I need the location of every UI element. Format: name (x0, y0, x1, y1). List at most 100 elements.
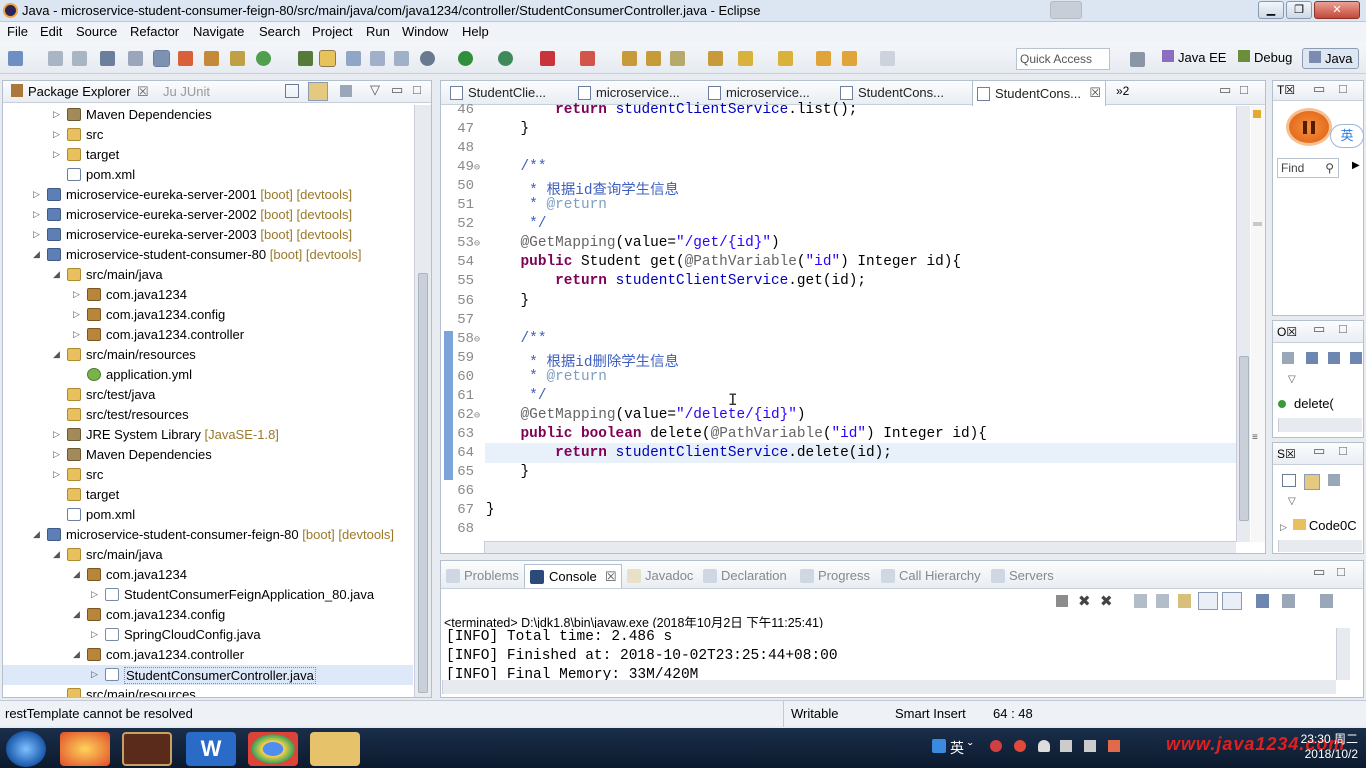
editor-tab-studentcons-1[interactable]: StudentCons... (836, 82, 948, 104)
windows-start-button[interactable] (6, 731, 46, 767)
show-on-output-icon[interactable] (1198, 592, 1218, 610)
hide-fields-icon[interactable] (1306, 352, 1318, 364)
editor-scroll-thumb[interactable] (1239, 356, 1249, 521)
restore-button[interactable]: ❐ (1286, 1, 1312, 19)
tree-item[interactable]: src/test/java (3, 385, 413, 405)
tree-item[interactable]: ◢ src/main/resources (3, 345, 413, 365)
tree-item[interactable]: ◢ microservice-student-consumer-feign-80 … (3, 525, 413, 545)
editor-vscroll[interactable] (1236, 106, 1250, 542)
perspective-java-ee[interactable]: Java EE (1162, 50, 1226, 65)
editor-tab-studentcons-active[interactable]: StudentCons... ☒ (972, 80, 1106, 106)
new-package-icon[interactable] (230, 51, 245, 66)
tree-item[interactable]: ▷ microservice-eureka-server-2003 [boot] … (3, 225, 413, 245)
tree-expander[interactable]: ▷ (53, 429, 60, 440)
highlight-icon[interactable] (319, 50, 336, 67)
tree-item[interactable]: src/test/resources (3, 405, 413, 425)
hide-nonpublic-icon[interactable] (1350, 352, 1362, 364)
tab-servers[interactable]: Servers (991, 568, 1054, 583)
tree-item[interactable]: ▷ Maven Dependencies (3, 445, 413, 465)
tree-expander[interactable]: ▷ (53, 109, 60, 120)
outline-menu-icon[interactable]: ▽ (1288, 374, 1296, 385)
tree-scrollbar[interactable] (414, 105, 431, 697)
tab-javadoc[interactable]: Javadoc (627, 568, 693, 583)
toggle-icon[interactable] (128, 51, 143, 66)
open-perspective-icon[interactable] (1130, 52, 1145, 67)
ime-indicator[interactable]: 英 (1330, 124, 1364, 148)
tree-expander[interactable]: ◢ (53, 349, 60, 360)
servers-mini-hscroll[interactable] (1278, 540, 1362, 552)
tree-scroll-thumb[interactable] (418, 273, 428, 693)
clock[interactable]: 23:30 周二 2018/10/2 (1262, 732, 1358, 762)
link-icon[interactable] (1304, 474, 1320, 490)
view-menu-icon[interactable]: ▽ (370, 82, 380, 98)
terminate-icon[interactable] (1056, 595, 1068, 607)
taskbar-app-wps[interactable]: W (186, 732, 236, 766)
tree-expander[interactable]: ▷ (91, 589, 98, 600)
pin-icon[interactable] (298, 51, 313, 66)
code-editor[interactable] (441, 106, 1241, 542)
open-folder-icon[interactable] (622, 51, 637, 66)
task-list-tab[interactable]: T☒ (1277, 83, 1295, 97)
tree-item[interactable]: ◢ com.java1234.controller (3, 645, 413, 665)
console-output[interactable]: [INFO] Total time: 2.486 s [INFO] Finish… (442, 628, 1335, 680)
recording-pause-button[interactable] (1286, 108, 1332, 146)
open-console-icon[interactable] (1320, 594, 1333, 608)
close-icon[interactable]: ☒ (1089, 85, 1101, 101)
scroll-lock-icon[interactable] (1156, 594, 1169, 608)
remove-launch-icon[interactable]: ✖ (1078, 592, 1091, 610)
search-icon[interactable] (670, 51, 685, 66)
tree-item[interactable]: application.yml (3, 365, 413, 385)
link-editor-icon[interactable] (308, 82, 328, 101)
taskbar-app-chrome[interactable] (248, 732, 298, 766)
tree-expander[interactable]: ▷ (73, 309, 80, 320)
new-icon[interactable] (8, 51, 23, 66)
clear-console-icon[interactable] (1134, 594, 1147, 608)
previous-annotation-icon[interactable] (778, 51, 793, 66)
tree-expander[interactable]: ▷ (91, 629, 98, 640)
close-icon[interactable]: ☒ (137, 84, 149, 100)
display-console-icon[interactable] (1282, 594, 1295, 608)
find-input[interactable]: Find ⚲ (1277, 158, 1339, 178)
quick-access-input[interactable]: Quick Access (1016, 48, 1110, 70)
tree-item[interactable]: ◢ src/main/java (3, 545, 413, 565)
tree-expander[interactable]: ▷ (73, 289, 80, 300)
tree-expander[interactable]: ◢ (53, 549, 60, 560)
filter-icon[interactable] (1328, 474, 1340, 486)
menu-run[interactable]: Run (366, 24, 390, 39)
minimize-view-icon[interactable]: ▭ (1313, 564, 1325, 580)
tree-expander[interactable]: ▷ (33, 189, 40, 200)
menu-search[interactable]: Search (259, 24, 300, 39)
tree-expander[interactable]: ◢ (33, 249, 40, 260)
tree-item[interactable]: ◢ com.java1234.config (3, 605, 413, 625)
tab-console[interactable]: Console ☒ (524, 564, 622, 588)
taskbar-ime[interactable]: 英 ˇ (932, 738, 973, 758)
tree-expander[interactable]: ◢ (73, 569, 80, 580)
tree-item[interactable]: pom.xml (3, 505, 413, 525)
sort-icon[interactable] (1282, 352, 1294, 364)
minimize-view-icon[interactable]: ▭ (1313, 81, 1325, 97)
tree-expander[interactable]: ▷ (33, 229, 40, 240)
tree-item[interactable]: ▷ src (3, 465, 413, 485)
collapse-all-icon[interactable] (285, 84, 299, 98)
open-resource-icon[interactable] (646, 51, 661, 66)
taskbar-app-1[interactable] (60, 732, 110, 766)
taskbar-app-2[interactable] (122, 732, 172, 766)
tree-expander[interactable]: ▷ (53, 449, 60, 460)
menu-file[interactable]: File (7, 24, 28, 39)
minimize-editor-icon[interactable]: ▭ (1219, 82, 1231, 98)
outline-item[interactable]: delete( (1278, 396, 1348, 414)
open-type-icon[interactable] (178, 51, 193, 66)
perspective-java[interactable]: Java (1302, 48, 1360, 69)
close-button[interactable]: ✕ (1314, 1, 1360, 19)
tree-item[interactable]: ▷ com.java1234 (3, 285, 413, 305)
menu-navigate[interactable]: Navigate (193, 24, 244, 39)
tray-icon[interactable] (1014, 740, 1026, 752)
tree-item[interactable]: ▷ target (3, 145, 413, 165)
edit-icon[interactable] (346, 51, 361, 66)
menu-help[interactable]: Help (462, 24, 489, 39)
tree-expander[interactable]: ◢ (53, 269, 60, 280)
tree-item[interactable]: target (3, 485, 413, 505)
fold-icon[interactable]: ⊖ (474, 163, 480, 174)
tree-expander[interactable]: ◢ (33, 529, 40, 540)
run-icon[interactable] (458, 51, 473, 66)
